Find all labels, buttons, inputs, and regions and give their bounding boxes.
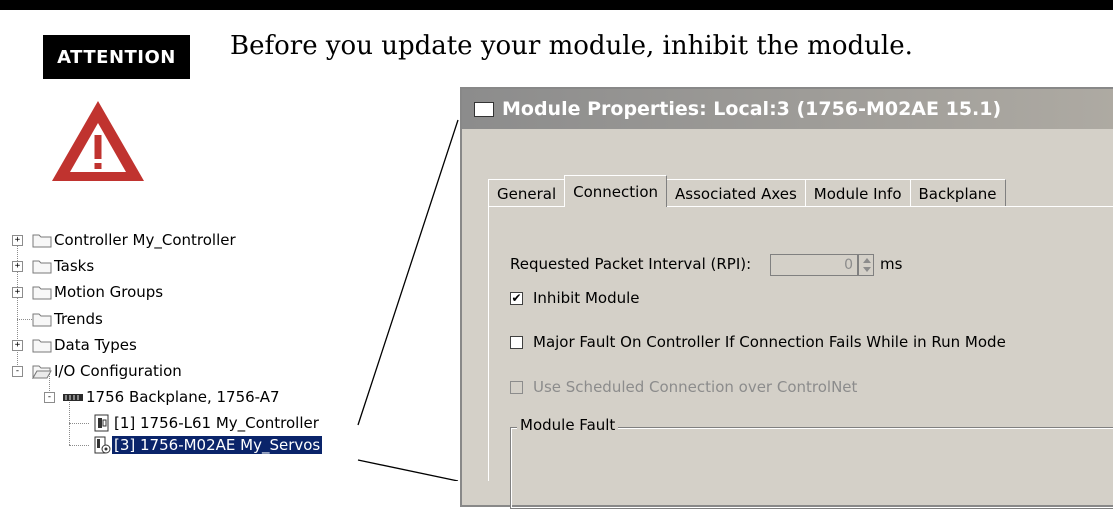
- tab-module-info[interactable]: Module Info: [804, 179, 911, 207]
- major-fault-checkbox[interactable]: [510, 335, 523, 349]
- scheduled-connection-label: Use Scheduled Connection over ControlNet: [533, 378, 858, 396]
- tab-general[interactable]: General: [488, 179, 566, 207]
- dialog-titlebar[interactable]: Module Properties: Local:3 (1756-M02AE 1…: [462, 89, 1113, 129]
- tab-associated-axes[interactable]: Associated Axes: [666, 179, 806, 207]
- tab-connection[interactable]: Connection: [564, 175, 667, 207]
- scheduled-connection-option[interactable]: Use Scheduled Connection over ControlNet: [510, 378, 857, 396]
- rpi-label: Requested Packet Interval (RPI):: [510, 255, 752, 273]
- tab-backplane[interactable]: Backplane: [909, 179, 1006, 207]
- inhibit-module-checkbox[interactable]: ✔: [510, 291, 523, 305]
- tab-panel-border: [488, 206, 489, 481]
- rpi-input[interactable]: 0: [770, 254, 858, 276]
- window-icon: [474, 101, 494, 117]
- inhibit-module-label: Inhibit Module: [533, 289, 640, 307]
- rpi-spinner[interactable]: [858, 254, 874, 276]
- dialog-title: Module Properties: Local:3 (1756-M02AE 1…: [502, 98, 1002, 120]
- rpi-unit: ms: [880, 255, 903, 273]
- module-fault-groupbox: [510, 427, 1113, 509]
- module-fault-group-label: Module Fault: [517, 416, 619, 434]
- major-fault-label: Major Fault On Controller If Connection …: [533, 333, 1006, 351]
- tab-strip: General Connection Associated Axes Modul…: [488, 175, 1006, 207]
- scheduled-connection-checkbox[interactable]: [510, 380, 523, 394]
- inhibit-module-option[interactable]: ✔ Inhibit Module: [510, 289, 640, 307]
- major-fault-option[interactable]: Major Fault On Controller If Connection …: [510, 333, 1006, 351]
